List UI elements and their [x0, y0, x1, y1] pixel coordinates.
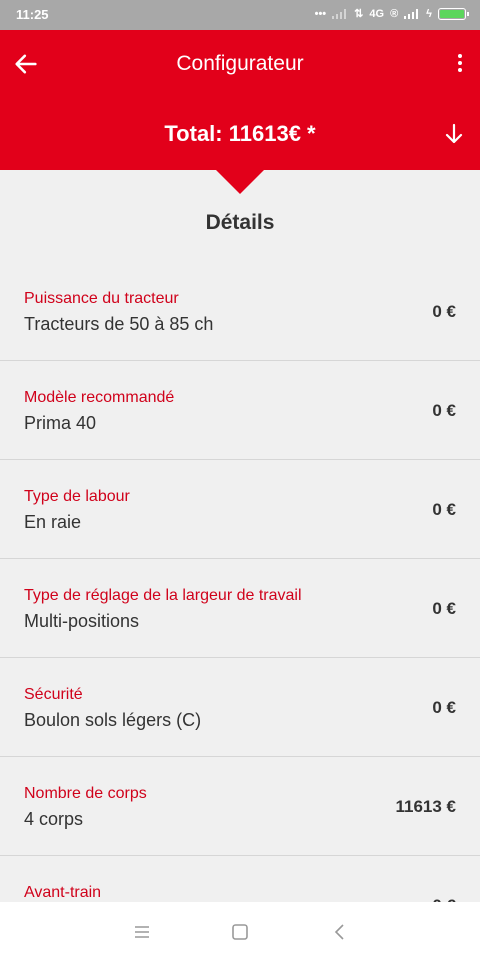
- item-value: Tracteurs de 50 à 85 ch: [24, 314, 214, 334]
- item-label: Type de réglage de la largeur de travail: [24, 587, 302, 604]
- item-value: En raie: [24, 512, 82, 532]
- page-title: Configurateur: [176, 52, 304, 75]
- notification-dots-icon: •••: [314, 7, 327, 20]
- menu-icon[interactable]: [130, 920, 154, 944]
- arrow-down-icon[interactable]: [442, 122, 466, 146]
- status-time: 11:25: [16, 7, 49, 22]
- item-price: 11613 €: [395, 797, 456, 816]
- item-price: 0 €: [432, 500, 456, 519]
- item-price: 0 €: [432, 599, 456, 618]
- item-label: Puissance du tracteur: [24, 290, 179, 307]
- status-icons: ••• ⇅ 4G ® ϟ: [314, 7, 469, 20]
- signal-icon: [404, 8, 420, 19]
- item-price: 0 €: [432, 302, 456, 321]
- status-bar: 11:25 ••• ⇅ 4G ® ϟ: [0, 0, 480, 30]
- item-price: 0 €: [432, 698, 456, 717]
- registered-icon: ®: [390, 7, 399, 20]
- details-list: Puissance du tracteur Tracteurs de 50 à …: [0, 262, 480, 902]
- home-square-icon[interactable]: [228, 920, 252, 944]
- more-vertical-icon[interactable]: [456, 52, 464, 76]
- battery-icon: [438, 7, 469, 20]
- signal-weak-icon: [332, 8, 348, 19]
- item-label: Sécurité: [24, 686, 83, 703]
- app-bar: Configurateur Total: 11613€ *: [0, 30, 480, 170]
- network-type-icon: 4G: [369, 7, 385, 20]
- back-chevron-icon[interactable]: [328, 920, 352, 944]
- item-label: Avant-train: [24, 884, 102, 901]
- list-item[interactable]: Type de réglage de la largeur de travail…: [0, 559, 480, 658]
- list-item[interactable]: Puissance du tracteur Tracteurs de 50 à …: [0, 262, 480, 361]
- item-value: Prima 40: [24, 413, 97, 433]
- list-item[interactable]: Nombre de corps 4 corps 11613 €: [0, 757, 480, 856]
- item-price: 0 €: [432, 401, 456, 420]
- header-pointer: [216, 170, 264, 194]
- total-price: Total: 11613€ *: [164, 121, 316, 146]
- item-label: Type de labour: [24, 488, 130, 505]
- list-item[interactable]: Type de labour En raie 0 €: [0, 460, 480, 559]
- data-transfer-icon: ⇅: [354, 8, 364, 20]
- item-value: Boulon sols légers (C): [24, 710, 202, 730]
- list-item[interactable]: Modèle recommandé Prima 40 0 €: [0, 361, 480, 460]
- item-value: Multi-positions: [24, 611, 140, 631]
- system-nav-bar: [0, 902, 480, 960]
- item-label: Modèle recommandé: [24, 389, 175, 406]
- charging-icon: ϟ: [426, 7, 432, 20]
- section-title: Détails: [205, 211, 275, 234]
- list-item[interactable]: Avant-train 0 €: [0, 856, 480, 902]
- item-value: 4 corps: [24, 809, 84, 829]
- item-label: Nombre de corps: [24, 785, 147, 802]
- list-item[interactable]: Sécurité Boulon sols légers (C) 0 €: [0, 658, 480, 757]
